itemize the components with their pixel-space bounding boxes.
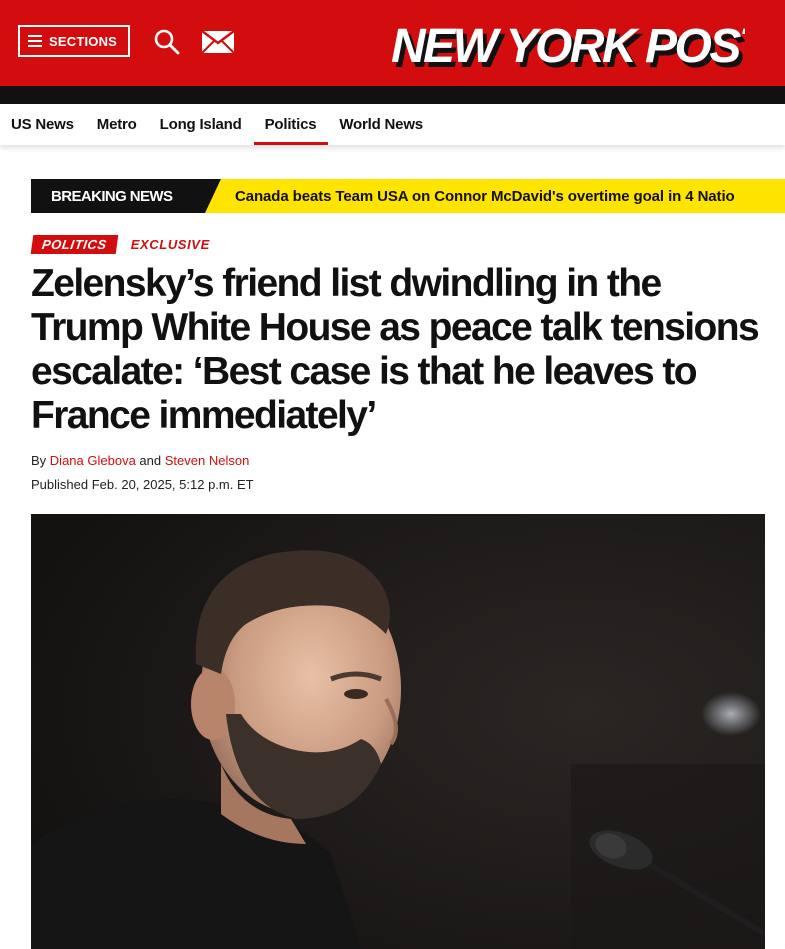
- svg-text:NEW YORK POST: NEW YORK POST: [391, 20, 745, 72]
- nav-item-long-island[interactable]: Long Island: [160, 104, 242, 145]
- article-tags: POLITICS EXCLUSIVE: [30, 235, 210, 254]
- byline-and: and: [139, 453, 162, 468]
- byline: By Diana Glebova and Steven Nelson: [31, 453, 249, 468]
- mail-icon[interactable]: [201, 30, 235, 54]
- site-logo[interactable]: NEW YORK POST NEW YORK POST: [385, 10, 745, 72]
- site-header: SECTIONS NEW YORK POST NEW YORK POST: [0, 0, 785, 86]
- article-headline: Zelensky’s friend list dwindling in the …: [31, 262, 760, 437]
- breaking-news-bar[interactable]: BREAKING NEWS Canada beats Team USA on C…: [31, 179, 785, 213]
- breaking-news-headline[interactable]: Canada beats Team USA on Connor McDavid'…: [205, 179, 785, 213]
- author-link[interactable]: Diana Glebova: [50, 453, 136, 468]
- article-photo[interactable]: [31, 514, 765, 949]
- sections-button[interactable]: SECTIONS: [18, 25, 130, 57]
- header-divider: [0, 86, 785, 104]
- exclusive-badge: EXCLUSIVE: [130, 237, 210, 252]
- byline-prefix: By: [31, 453, 47, 468]
- publish-date: Published Feb. 20, 2025, 5:12 p.m. ET: [31, 477, 254, 492]
- nav-item-world-news[interactable]: World News: [339, 104, 423, 145]
- hamburger-icon: [28, 35, 42, 47]
- section-nav: US News Metro Long Island Politics World…: [0, 104, 785, 145]
- sections-label: SECTIONS: [49, 33, 118, 49]
- nav-item-metro[interactable]: Metro: [97, 104, 137, 145]
- breaking-news-label: BREAKING NEWS: [31, 179, 221, 213]
- category-tag[interactable]: POLITICS: [30, 235, 119, 254]
- nav-item-us-news[interactable]: US News: [11, 104, 74, 145]
- nav-item-politics[interactable]: Politics: [253, 104, 329, 145]
- search-icon[interactable]: [153, 28, 181, 56]
- author-link[interactable]: Steven Nelson: [165, 453, 250, 468]
